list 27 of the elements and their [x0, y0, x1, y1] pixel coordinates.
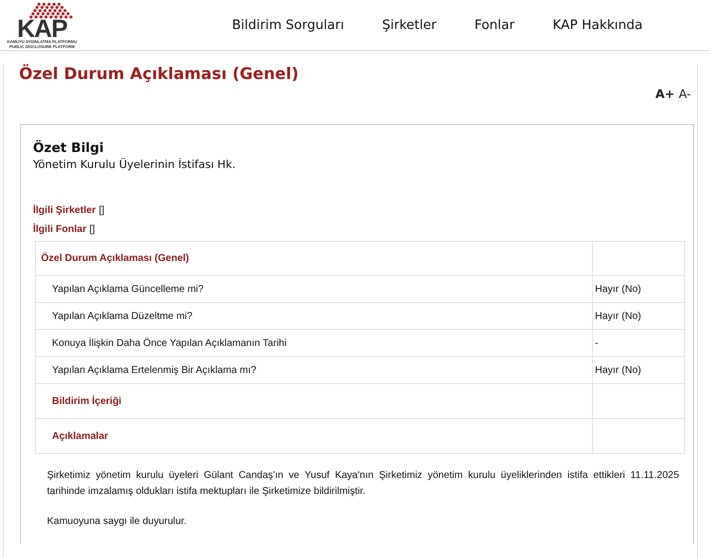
table-cell: -: [592, 330, 684, 356]
logo-wordmark[interactable]: KAP: [17, 19, 67, 39]
related-value: []: [98, 205, 104, 216]
nav-link[interactable]: Fonlar: [474, 18, 515, 32]
summary-heading: Özet Bilgi: [33, 141, 105, 156]
decrease-font-button[interactable]: A-: [678, 87, 691, 101]
table-cell: Hayır (No): [592, 276, 684, 302]
related-value: []: [89, 224, 95, 235]
table-cell: Yapılan Açıklama Düzeltme mi?: [36, 302, 592, 330]
section-label: Açıklamalar: [36, 418, 592, 454]
summary-text: Yönetim Kurulu Üyelerinin İstifası Hk.: [33, 158, 237, 171]
nav-link[interactable]: Şirketler: [382, 18, 436, 32]
table-cell: Yapılan Açıklama Güncelleme mi?: [36, 276, 592, 302]
related-label: İlgili Şirketler: [33, 205, 96, 216]
table-title: Özel Durum Açıklaması (Genel): [36, 242, 592, 276]
related-label: İlgili Fonlar: [33, 224, 86, 235]
nav-link[interactable]: KAP Hakkında: [552, 18, 643, 32]
page-title: Özel Durum Açıklaması (Genel): [19, 64, 300, 83]
table-cell: Hayır (No): [592, 356, 684, 384]
table-cell: Hayır (No): [592, 302, 684, 330]
body-paragraph: Şirketimiz yönetim kurulu üyeleri Gülant Candaş'ın ve Yusuf Kaya'nın Şirketimiz yönetim kurulu üyeliklerinden istifa ettikleri 11.11.2025 tarihinde imzalamış oldukları istifa mektupları ile Şirketimize bildirilmiştir.: [47, 469, 680, 499]
table-cell: Yapılan Açıklama Ertelenmiş Bir Açıklama mı?: [36, 356, 592, 384]
table-cell: Konuya İlişkin Daha Önce Yapılan Açıklamanın Tarihi: [36, 330, 592, 356]
section-label: Bildirim İçeriği: [36, 384, 592, 418]
nav-link[interactable]: Bildirim Sorguları: [232, 18, 344, 32]
body-paragraph: Kamuoyuna saygı ile duyurulur.: [47, 515, 188, 529]
increase-font-button[interactable]: A+: [655, 87, 675, 101]
